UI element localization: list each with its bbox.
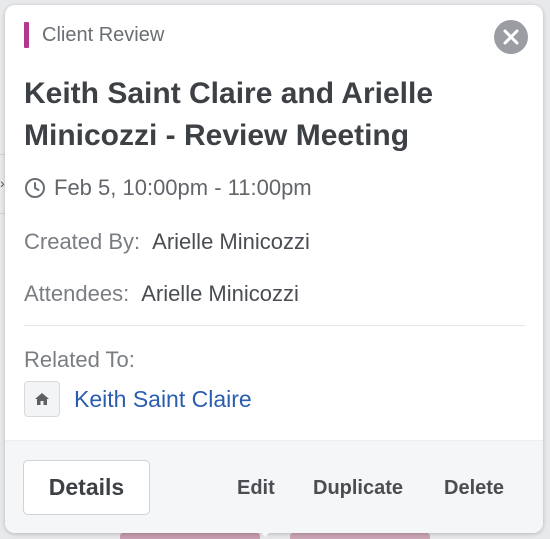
edit-button[interactable]: Edit [237,475,275,501]
attendees-row: Attendees: Arielle Minicozzi [24,279,299,309]
popover-caret [256,528,274,537]
created-by-value: Arielle Minicozzi [152,229,310,254]
event-time-range: Feb 5, 10:00pm - 11:00pm [54,175,312,200]
category-color-bar [24,22,29,48]
home-icon [35,393,49,405]
delete-button[interactable]: Delete [444,475,504,501]
event-popover: Client Review Keith Saint Claire and Ari… [5,5,543,533]
section-divider [24,325,525,326]
clock-icon [25,178,45,198]
popover-footer: Details Edit Duplicate Delete [5,440,543,533]
created-by-label: Created By: [24,229,141,254]
calendar-event-block[interactable] [120,533,260,539]
chevron-right-icon: › [0,175,5,191]
close-button[interactable] [494,20,528,54]
attendees-label: Attendees: [24,281,130,306]
category-label: Client Review [42,24,165,46]
duplicate-button[interactable]: Duplicate [313,475,403,501]
close-icon [503,29,519,45]
related-contact-link[interactable]: Keith Saint Claire [74,386,252,413]
event-time: Feb 5, 10:00pm - 11:00pm [24,173,312,203]
details-button[interactable]: Details [23,460,150,515]
created-by-row: Created By: Arielle Minicozzi [24,227,310,257]
related-to-label: Related To: [24,347,135,372]
attendees-value: Arielle Minicozzi [141,281,299,306]
related-to-item: Keith Saint Claire [24,380,252,418]
calendar-event-block[interactable] [290,533,430,539]
event-title: Keith Saint Claire and Arielle Minicozzi… [24,77,433,152]
event-category: Client Review [24,22,164,48]
related-type-badge [24,381,60,417]
